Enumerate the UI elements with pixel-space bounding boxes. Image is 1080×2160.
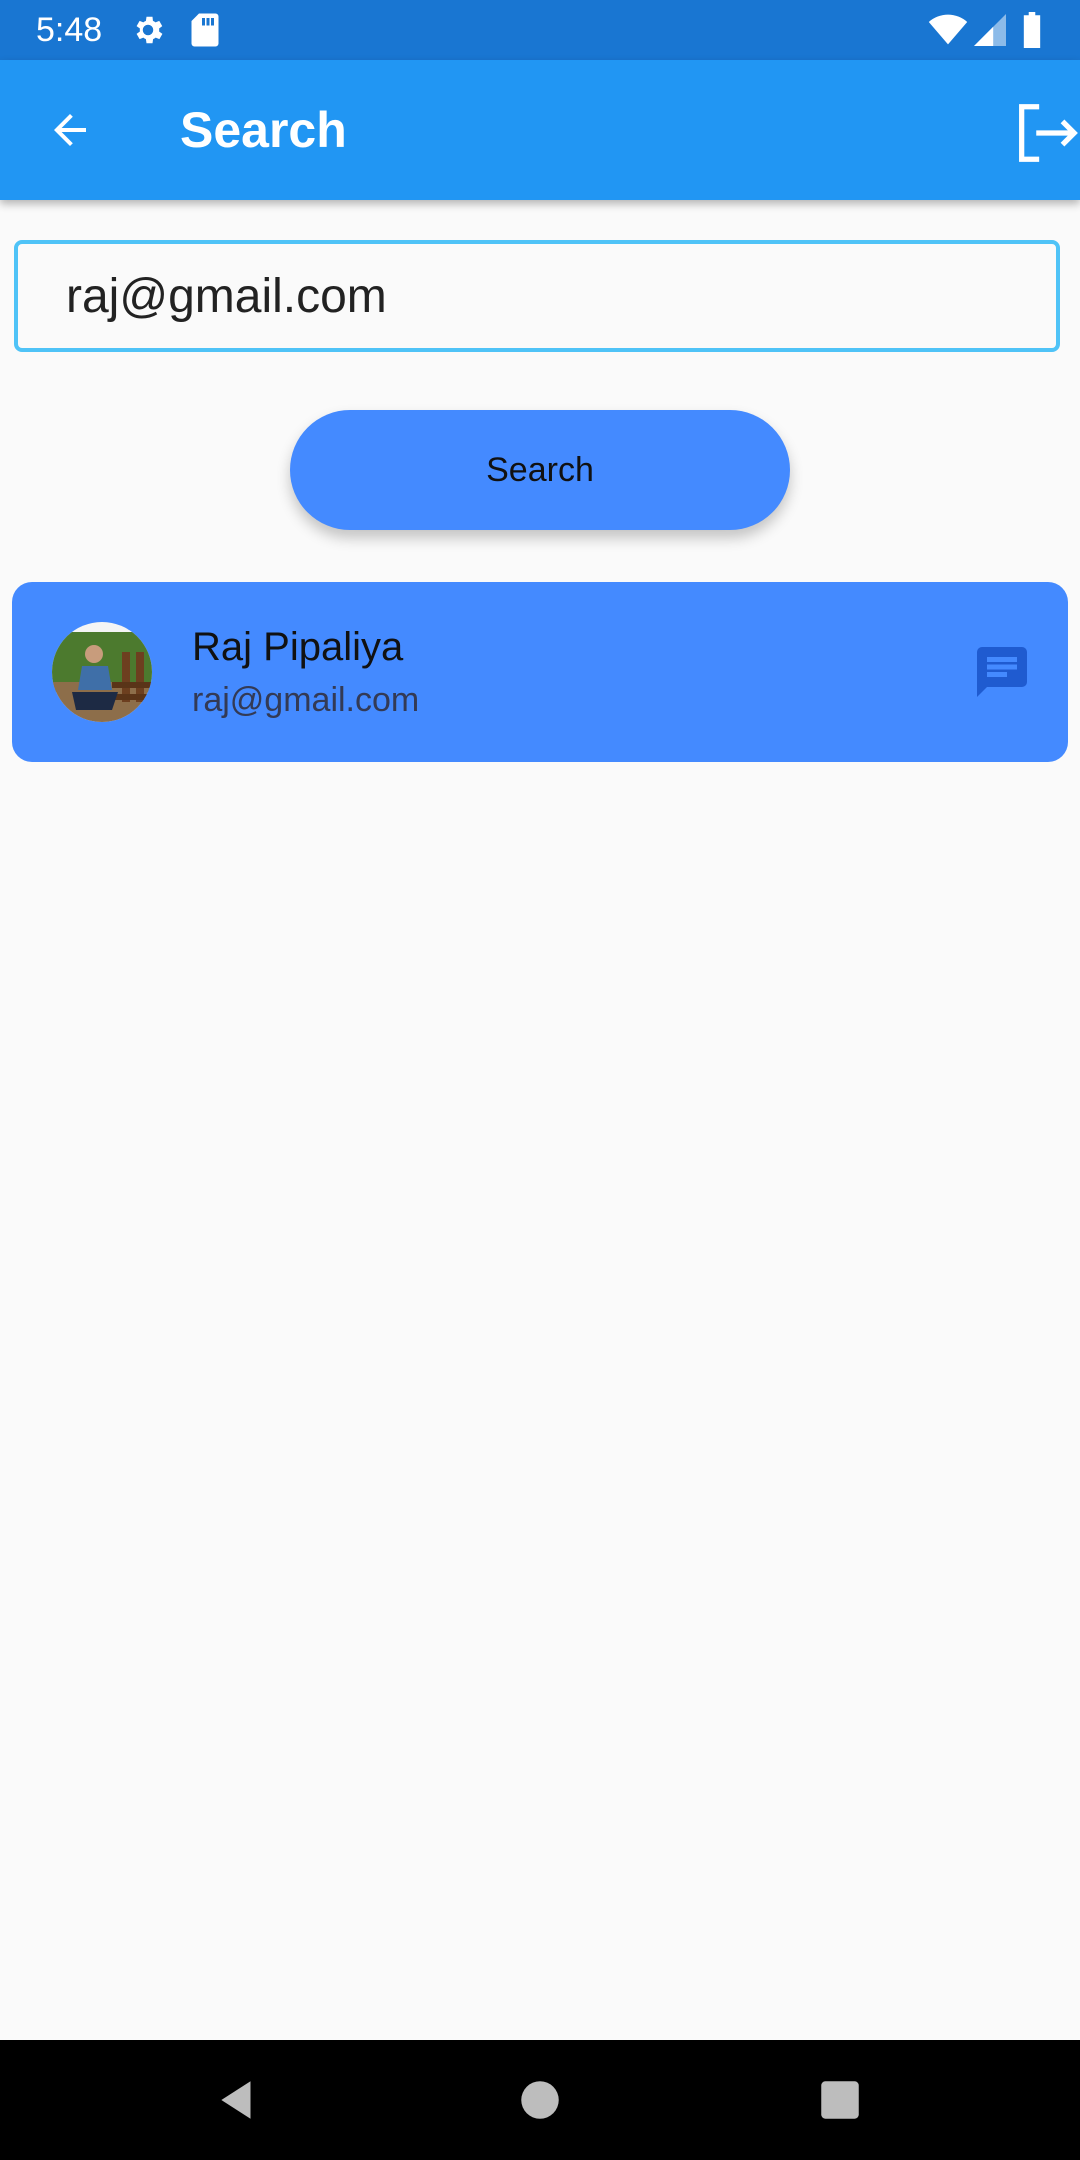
search-input[interactable]	[66, 244, 1026, 348]
arrow-left-icon	[54, 114, 86, 146]
nav-recents-button[interactable]	[800, 2060, 880, 2140]
user-email: raj@gmail.com	[192, 681, 420, 719]
wifi-icon	[928, 14, 968, 51]
chat-icon	[977, 647, 1027, 697]
page-title: Search	[180, 102, 347, 158]
user-name: Raj Pipaliya	[192, 625, 404, 669]
back-triangle-icon	[221, 2081, 251, 2119]
user-result-card[interactable]: Raj Pipaliya raj@gmail.com	[12, 582, 1068, 762]
search-screen: 5:48 Search raj@gmail.com Search Raj Pip…	[0, 0, 1080, 2160]
status-bar: 5:48	[0, 0, 1080, 60]
sd-card-icon	[190, 12, 220, 53]
battery-icon	[1022, 12, 1042, 53]
logout-icon	[1019, 104, 1078, 162]
user-photo-avatar	[52, 622, 152, 722]
logout-button[interactable]	[1010, 98, 1080, 168]
status-time: 5:48	[36, 11, 103, 49]
app-bar: Search	[0, 60, 1080, 200]
search-field[interactable]	[14, 240, 1060, 352]
nav-back-button[interactable]	[198, 2060, 278, 2140]
system-nav-bar	[0, 2040, 1080, 2160]
cell-signal-icon	[974, 14, 1006, 51]
chat-button[interactable]	[972, 642, 1032, 702]
gear-icon	[130, 12, 166, 53]
nav-home-button[interactable]	[500, 2060, 580, 2140]
back-button[interactable]	[30, 90, 110, 170]
recents-square-icon	[821, 2081, 859, 2119]
search-button[interactable]: Search	[290, 410, 790, 530]
home-circle-icon	[521, 2081, 559, 2119]
